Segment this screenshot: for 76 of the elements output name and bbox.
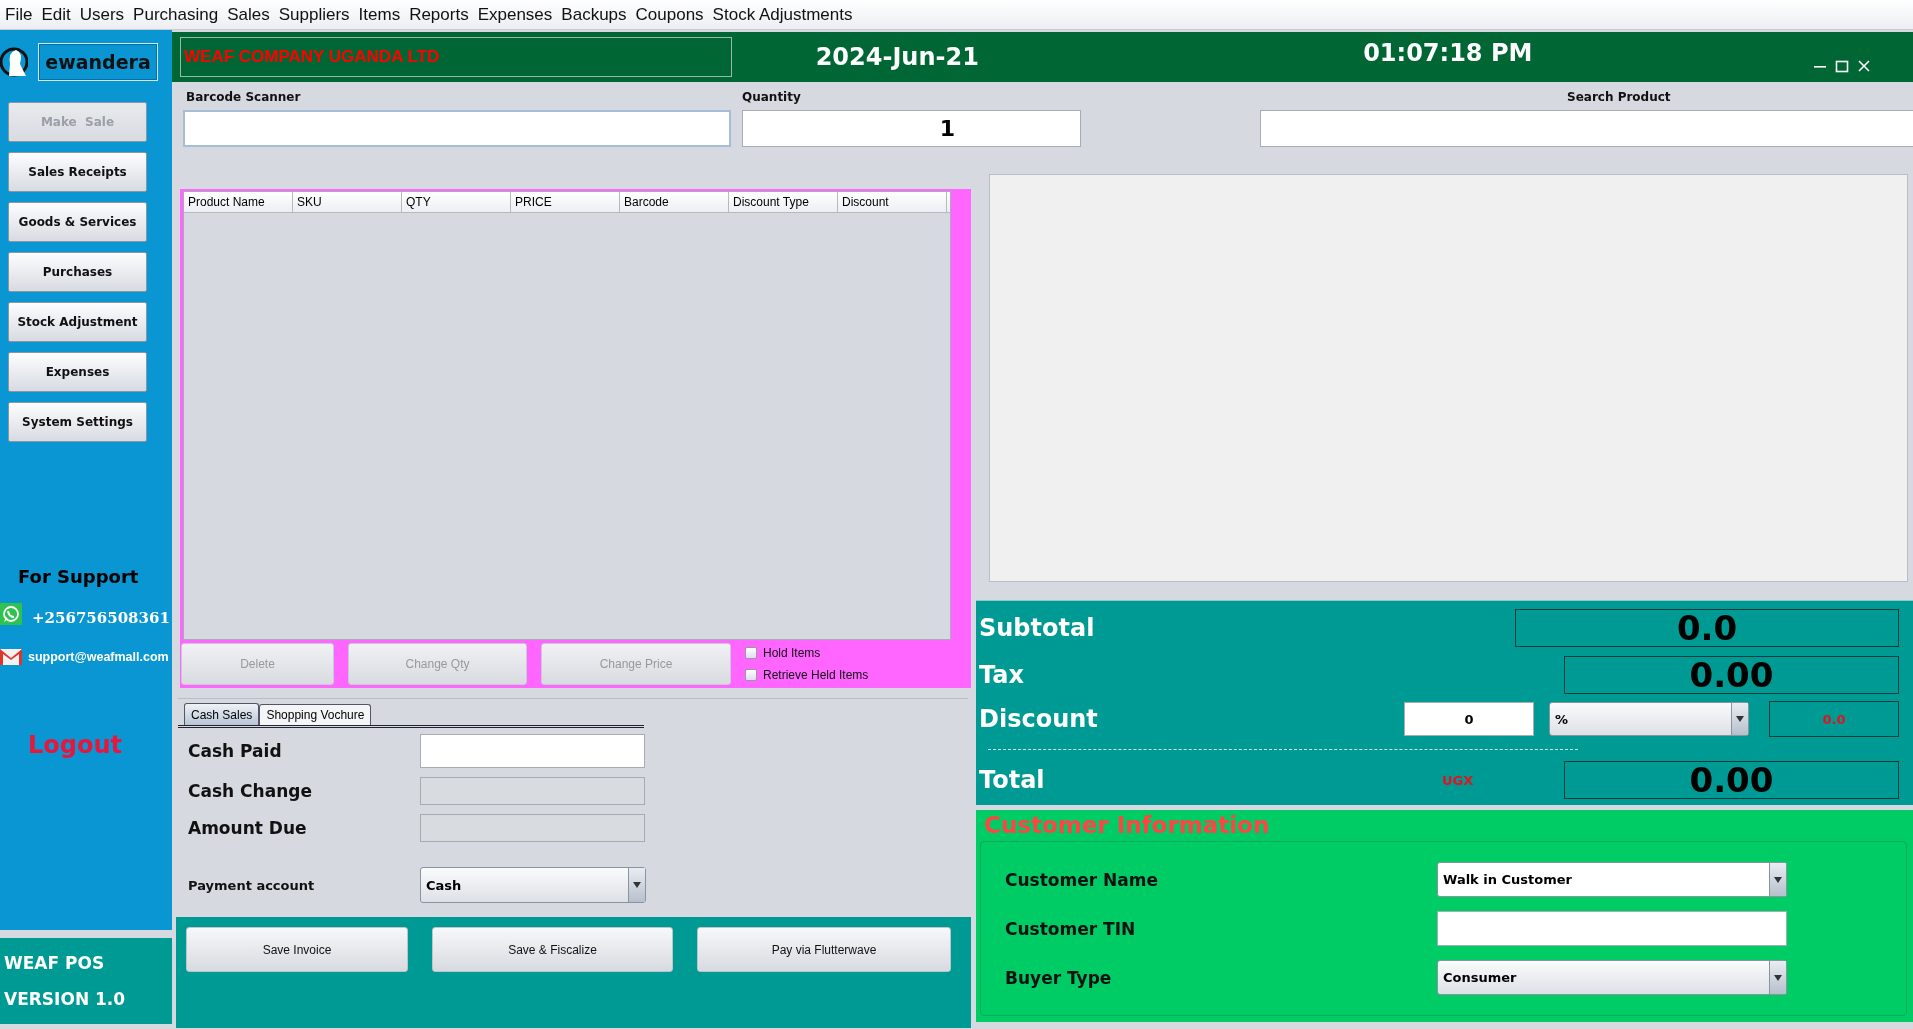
menu-item[interactable]: Reports bbox=[409, 4, 469, 25]
column-header[interactable]: Discount bbox=[838, 192, 947, 212]
action-button[interactable]: Pay via Flutterwave bbox=[697, 927, 951, 972]
column-header[interactable]: SKU bbox=[293, 192, 402, 212]
company-name: WEAF COMPANY UGANDA LTD bbox=[180, 37, 732, 77]
app-version: VERSION 1.0 bbox=[4, 989, 127, 1009]
close-icon[interactable] bbox=[1857, 59, 1871, 73]
quantity-field[interactable]: 1 bbox=[742, 110, 1081, 147]
input-field[interactable] bbox=[1437, 911, 1787, 946]
support-heading: For Support bbox=[18, 566, 140, 587]
field-label: Cash Change bbox=[188, 781, 313, 801]
section-title: Customer Information bbox=[983, 811, 1271, 838]
menu-item[interactable]: Expenses bbox=[477, 4, 553, 25]
total-label: Subtotal bbox=[978, 614, 1095, 642]
nav-button[interactable]: Sales Receipts bbox=[8, 152, 147, 192]
menu-item[interactable]: Users bbox=[79, 4, 125, 25]
column-header[interactable]: QTY bbox=[402, 192, 511, 212]
menu-item[interactable]: Purchasing bbox=[133, 4, 219, 25]
checkbox-label: Hold Items bbox=[763, 646, 821, 660]
discount-type-dropdown[interactable]: % bbox=[1549, 702, 1749, 736]
action-button[interactable]: Save & Fiscalize bbox=[432, 927, 673, 972]
field-label: Amount Due bbox=[188, 818, 308, 838]
discount-amount: 0.0 bbox=[1769, 701, 1899, 737]
menu-item[interactable]: Edit bbox=[41, 4, 71, 25]
payment-account-dropdown[interactable]: Cash bbox=[420, 867, 646, 903]
time-label: 01:07:18 PM bbox=[1362, 39, 1534, 67]
maximize-icon[interactable] bbox=[1835, 59, 1849, 73]
mail-icon bbox=[0, 647, 22, 667]
menu-item[interactable]: Coupons bbox=[635, 4, 704, 25]
menu-item[interactable]: Sales bbox=[227, 4, 270, 25]
field-label: Search Product bbox=[1567, 90, 1671, 104]
date-label: 2024-Jun-21 bbox=[814, 43, 980, 71]
app-name: WEAF POS bbox=[4, 953, 106, 973]
total-label: Tax bbox=[978, 661, 1024, 689]
field-label: Buyer Type bbox=[1005, 967, 1113, 988]
menu-item[interactable]: Suppliers bbox=[278, 4, 350, 25]
currency-label: UGX bbox=[1442, 772, 1474, 788]
nav-button[interactable]: Purchases bbox=[8, 252, 147, 292]
input-field[interactable] bbox=[420, 734, 645, 768]
menu-item[interactable]: Backups bbox=[561, 4, 627, 25]
support-phone: +256756508361 bbox=[32, 609, 170, 627]
tab[interactable]: Cash Sales bbox=[184, 703, 260, 725]
checkbox[interactable] bbox=[745, 669, 757, 681]
amount-display: 0.00 bbox=[1564, 761, 1899, 799]
checkbox[interactable] bbox=[745, 647, 757, 659]
field-label: Quantity bbox=[742, 90, 801, 104]
field-label: Customer Name bbox=[1005, 869, 1159, 890]
checkbox-label: Retrieve Held Items bbox=[763, 668, 869, 682]
total-label: Discount bbox=[978, 705, 1098, 733]
field-label: Barcode Scanner bbox=[186, 90, 301, 104]
field-label: Payment account bbox=[188, 877, 316, 893]
dropdown[interactable]: Consumer bbox=[1437, 960, 1787, 995]
chat-phone-icon bbox=[0, 603, 22, 625]
field-label: Customer TIN bbox=[1005, 918, 1137, 939]
amount-display: 0.00 bbox=[1564, 656, 1899, 694]
dropdown[interactable]: Walk in Customer bbox=[1437, 862, 1787, 897]
nav-button[interactable]: System Settings bbox=[8, 402, 147, 442]
barcode-field[interactable] bbox=[183, 110, 731, 147]
column-header[interactable]: PRICE bbox=[511, 192, 620, 212]
menu-item[interactable]: Items bbox=[358, 4, 401, 25]
amount-display: 0.0 bbox=[1515, 609, 1899, 647]
username-label: ewandera bbox=[38, 43, 158, 81]
column-header[interactable]: Product Name bbox=[184, 192, 293, 212]
tab[interactable]: Shopping Vochure bbox=[259, 704, 372, 725]
column-header[interactable]: Discount Type bbox=[729, 192, 838, 212]
menu-item[interactable]: File bbox=[5, 4, 33, 25]
nav-button[interactable]: Stock Adjustment bbox=[8, 302, 147, 342]
discount-field[interactable]: 0 bbox=[1404, 702, 1534, 736]
nav-button[interactable]: Expenses bbox=[8, 352, 147, 392]
menu-item[interactable]: Stock Adjustments bbox=[712, 4, 853, 25]
total-label: Total bbox=[978, 766, 1045, 794]
action-button[interactable]: Save Invoice bbox=[186, 927, 408, 972]
nav-button[interactable]: Goods & Services bbox=[8, 202, 147, 242]
search-field[interactable] bbox=[1260, 110, 1913, 147]
column-header[interactable]: Barcode bbox=[620, 192, 729, 212]
field-label: Cash Paid bbox=[188, 741, 283, 761]
